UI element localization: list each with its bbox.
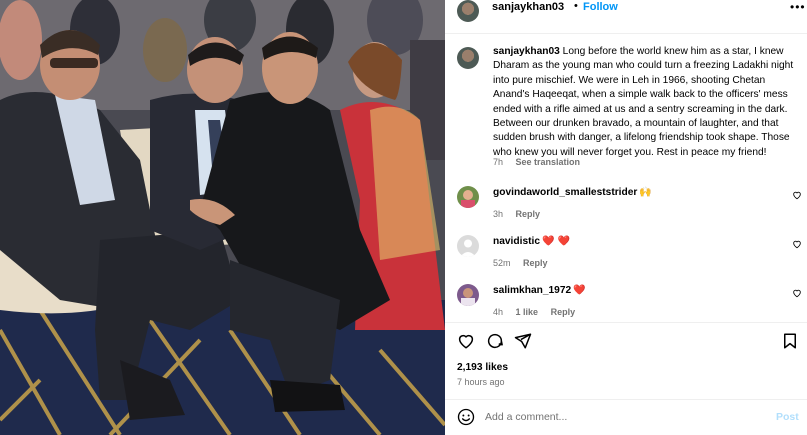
caption-body: sanjaykhan03 Long before the world knew … xyxy=(493,45,803,160)
header-divider xyxy=(445,33,807,34)
more-options-icon[interactable]: ••• xyxy=(790,0,806,14)
post-timestamp: 7 hours ago xyxy=(457,377,505,387)
comment-time: 4h xyxy=(493,307,504,317)
post-photo xyxy=(0,0,445,435)
emoji-picker-icon[interactable] xyxy=(457,408,475,426)
comment-like-heart-icon[interactable] xyxy=(792,239,802,249)
add-comment-bar: Post xyxy=(445,400,807,435)
heart-icon[interactable] xyxy=(457,332,475,350)
comment-meta: 3h Reply xyxy=(493,209,550,219)
comment-item: salimkhan_1972 ❤️ 4h 1 like Reply xyxy=(457,284,802,324)
comment-item: navidistic ❤️ ❤️ 52m Reply xyxy=(457,235,802,275)
separator-dot: • xyxy=(574,0,578,12)
comment-item: govindaworld_smalleststrider 🙌 3h Reply xyxy=(457,186,802,226)
follow-button[interactable]: Follow xyxy=(583,1,618,13)
comment-like-heart-icon[interactable] xyxy=(792,190,802,200)
comment-icon[interactable] xyxy=(486,332,504,350)
like-count[interactable]: 2,193 likes xyxy=(457,362,508,373)
bookmark-icon[interactable] xyxy=(781,332,799,350)
share-icon[interactable] xyxy=(514,332,532,350)
raised-hands-emoji: 🙌 xyxy=(639,187,652,198)
see-translation-link[interactable]: See translation xyxy=(516,157,581,167)
reply-button[interactable]: Reply xyxy=(516,209,541,219)
comment-username-text[interactable]: navidistic xyxy=(493,236,540,247)
post-header: sanjaykhan03 • Follow ••• xyxy=(445,0,807,22)
author-avatar[interactable] xyxy=(457,0,479,22)
heart-emoji: ❤️ ❤️ xyxy=(542,236,571,247)
caption-username[interactable]: sanjaykhan03 xyxy=(493,46,560,57)
commenter-avatar[interactable] xyxy=(457,186,479,208)
author-username[interactable]: sanjaykhan03 xyxy=(492,1,564,13)
caption-time: 7h xyxy=(493,157,504,167)
post-comment-button[interactable]: Post xyxy=(776,411,799,423)
heart-emoji: ❤️ xyxy=(573,285,586,296)
comment-time: 3h xyxy=(493,209,504,219)
commenter-avatar[interactable] xyxy=(457,235,479,257)
actions-divider xyxy=(445,322,807,323)
comment-username: navidistic ❤️ ❤️ xyxy=(493,236,570,247)
comment-like-count[interactable]: 1 like xyxy=(516,307,539,317)
post-actions-bar xyxy=(445,330,807,352)
caption-author-avatar[interactable] xyxy=(457,47,479,69)
caption-text: Long before the world knew him as a star… xyxy=(493,46,794,158)
reply-button[interactable]: Reply xyxy=(523,258,548,268)
comment-meta: 52m Reply xyxy=(493,258,558,268)
comment-meta: 4h 1 like Reply xyxy=(493,307,585,317)
caption-meta: 7h See translation xyxy=(493,157,590,167)
add-comment-input[interactable] xyxy=(485,409,765,425)
comment-time: 52m xyxy=(493,258,511,268)
comment-username-text[interactable]: salimkhan_1972 xyxy=(493,285,571,296)
commenter-avatar[interactable] xyxy=(457,284,479,306)
comment-like-heart-icon[interactable] xyxy=(792,288,802,298)
comment-username-text[interactable]: govindaworld_smalleststrider xyxy=(493,187,637,198)
reply-button[interactable]: Reply xyxy=(551,307,576,317)
post-side-panel: sanjaykhan03 • Follow ••• sanjaykhan03 L… xyxy=(445,0,807,435)
comment-username: salimkhan_1972 ❤️ xyxy=(493,285,586,296)
comment-username: govindaworld_smalleststrider 🙌 xyxy=(493,187,652,198)
